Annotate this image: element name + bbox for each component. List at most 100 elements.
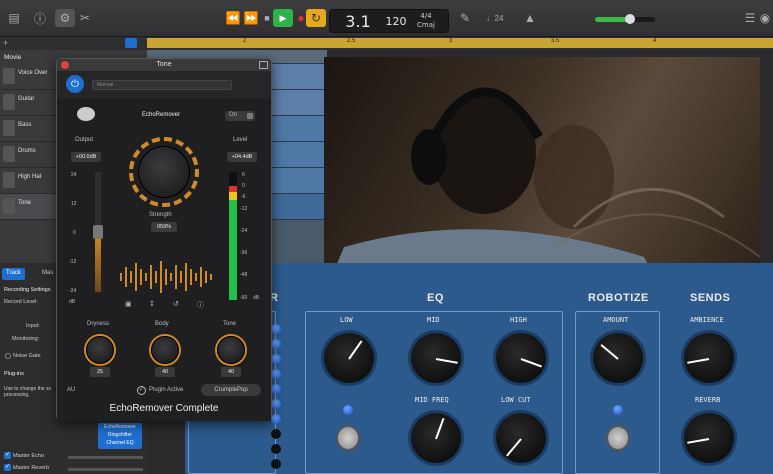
time-signature: 4/4 Cmaj xyxy=(412,12,440,30)
mid-knob[interactable] xyxy=(411,333,461,383)
led-indicator[interactable] xyxy=(271,399,281,409)
plugin-slot[interactable]: Ringshifter xyxy=(98,431,142,439)
dryness-value[interactable]: 25 xyxy=(90,367,110,377)
ruler-mark: 3 xyxy=(449,38,453,44)
track-icon xyxy=(3,68,15,84)
tab-master[interactable]: Mas xyxy=(38,268,57,280)
lcd-display[interactable]: 3.1 120 4/4 Cmaj xyxy=(329,9,449,33)
output-scale-tick: -12 xyxy=(69,259,77,265)
library-icon[interactable]: ▤ xyxy=(4,9,24,27)
scissors-icon[interactable]: ✂ xyxy=(75,9,95,27)
info-icon[interactable]: ⓘ xyxy=(197,300,204,310)
tab-track[interactable]: Track xyxy=(2,268,25,280)
led-indicator[interactable] xyxy=(271,369,281,379)
plugin-slot[interactable]: Channel EQ xyxy=(98,439,142,447)
on-toggle-label: On xyxy=(229,112,238,118)
level-meter xyxy=(229,172,237,300)
recording-settings-heading: Recording Settings xyxy=(4,287,51,293)
metronome-icon[interactable]: ▲ xyxy=(520,9,540,27)
crumplepop-link-button[interactable]: CrumplePop xyxy=(201,384,261,396)
key-value: Cmaj xyxy=(417,21,435,29)
track-icon xyxy=(3,120,15,136)
eq-led xyxy=(343,405,353,415)
low-cut-knob[interactable] xyxy=(496,413,546,463)
high-knob[interactable] xyxy=(496,333,546,383)
waveform-display xyxy=(120,261,212,293)
master-reverb-slider[interactable] xyxy=(68,468,143,471)
input-label: Input: xyxy=(26,323,40,329)
cycle-button[interactable]: ↻ xyxy=(306,9,326,27)
output-unit: dB xyxy=(69,299,76,305)
loops-icon[interactable]: ◉ xyxy=(755,9,773,27)
help-icon[interactable]: ⓘ xyxy=(30,9,50,27)
track-icon xyxy=(3,94,15,110)
level-value[interactable]: +04.4dB xyxy=(227,152,257,162)
mid-freq-knob[interactable] xyxy=(411,413,461,463)
body-value[interactable]: 40 xyxy=(155,367,175,377)
strength-knob[interactable] xyxy=(138,146,190,198)
led-indicator-off[interactable] xyxy=(271,429,281,439)
knob-indicator xyxy=(435,358,458,364)
led-indicator-off[interactable] xyxy=(271,444,281,454)
window-compare-icon[interactable] xyxy=(259,61,268,69)
power-icon[interactable]: ⏻ xyxy=(66,75,84,93)
reverb-knob[interactable] xyxy=(684,413,734,463)
robotize-toggle-switch[interactable] xyxy=(606,425,630,451)
master-echo-checkbox[interactable]: ✓ xyxy=(4,452,11,459)
robotize-title: ROBOTIZE xyxy=(588,292,649,304)
play-button[interactable]: ▶ xyxy=(273,9,293,27)
plugin-active-check-icon[interactable]: ✓ xyxy=(137,386,146,395)
low-knob[interactable] xyxy=(324,333,374,383)
tone-value[interactable]: 40 xyxy=(221,367,241,377)
master-echo-slider[interactable] xyxy=(68,456,143,459)
master-volume-slider[interactable] xyxy=(595,14,655,24)
led-indicator[interactable] xyxy=(271,339,281,349)
output-fader-handle[interactable] xyxy=(93,225,103,239)
reverb-label: REVERB xyxy=(695,396,721,404)
track-name: High Hat xyxy=(18,174,42,180)
save-icon[interactable]: ▣ xyxy=(125,300,132,308)
record-level-label: Record Level: xyxy=(4,299,38,305)
plugins-hint: processing. xyxy=(4,392,30,398)
preset-dropdown[interactable]: Manual xyxy=(92,80,232,90)
led-indicator[interactable] xyxy=(271,354,281,364)
plugin-active-label: Plugin Active xyxy=(149,387,184,393)
cycle-region[interactable]: 2 2.5 3 3.5 4 xyxy=(147,38,773,48)
smart-controls-panel: R EQ LOW MID HIGH MID FREQ LOW CUT ROBOT… xyxy=(185,263,773,474)
noise-gate-radio[interactable] xyxy=(5,353,11,359)
plugin-slot[interactable]: EchoRemover xyxy=(98,423,142,431)
strength-value[interactable]: 059% xyxy=(151,222,177,232)
count-in-button[interactable]: ♩24 xyxy=(480,9,510,27)
led-indicator[interactable] xyxy=(271,414,281,424)
ambience-knob[interactable] xyxy=(684,333,734,383)
filter-icon[interactable] xyxy=(125,38,137,48)
led-indicator[interactable] xyxy=(271,384,281,394)
led-indicator[interactable] xyxy=(271,324,281,334)
level-scale-tick: 0 xyxy=(242,183,245,189)
download-icon[interactable]: ↧ xyxy=(149,300,155,308)
body-knob[interactable] xyxy=(151,336,179,364)
undo-icon[interactable]: ↺ xyxy=(173,300,179,308)
eq-toggle-switch[interactable] xyxy=(336,425,360,451)
rewind-button[interactable]: ⏪ xyxy=(223,9,243,27)
noise-gate-label: Noise Gate xyxy=(13,353,41,359)
dryness-knob[interactable] xyxy=(86,336,114,364)
plugin-window-title: Tone xyxy=(57,59,271,71)
tuner-icon[interactable]: ✎ xyxy=(455,9,475,27)
au-label: AU xyxy=(67,387,76,393)
smart-controls-icon[interactable]: ⚙ xyxy=(55,9,75,27)
output-fader-track[interactable] xyxy=(93,172,103,292)
master-volume-knob[interactable] xyxy=(625,14,635,24)
monitoring-label: Monitoring: xyxy=(12,336,40,342)
timeline-ruler[interactable]: + 2 2.5 3 3.5 4 xyxy=(0,37,773,50)
add-track-icon[interactable]: + xyxy=(3,38,8,48)
on-toggle[interactable]: On xyxy=(225,111,255,121)
output-label: Output xyxy=(75,137,94,143)
close-button[interactable] xyxy=(61,61,69,69)
master-reverb-checkbox[interactable]: ✓ xyxy=(4,464,11,471)
led-indicator-off[interactable] xyxy=(271,459,281,469)
level-meter-green xyxy=(229,200,237,300)
tone-knob[interactable] xyxy=(217,336,245,364)
output-value[interactable]: +00.0dB xyxy=(71,152,101,162)
amount-knob[interactable] xyxy=(593,333,643,383)
